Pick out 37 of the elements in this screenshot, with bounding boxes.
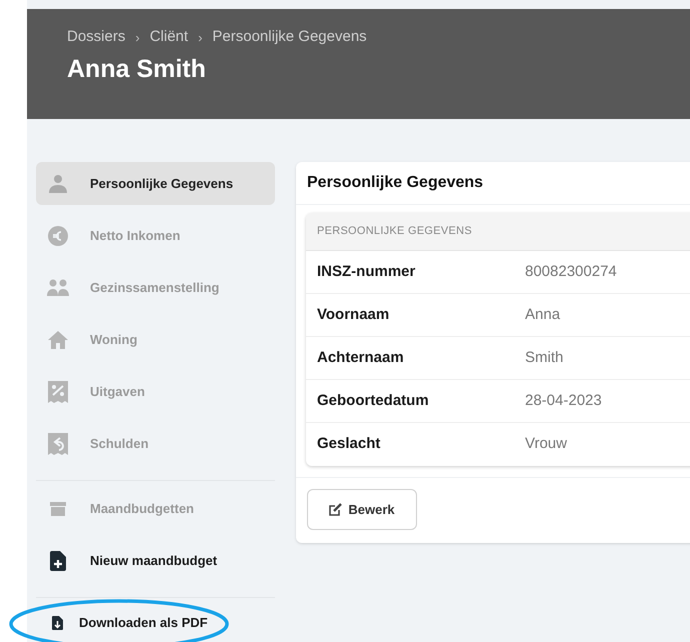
edit-button[interactable]: Bewerk — [307, 489, 417, 530]
person-icon — [48, 174, 68, 194]
breadcrumb-separator: › — [198, 28, 202, 46]
page-title: Anna Smith — [67, 54, 207, 84]
breadcrumb-separator: › — [135, 28, 140, 46]
sidebar-item[interactable]: Schulden — [36, 422, 275, 465]
sidebar-item[interactable]: Woning — [36, 318, 275, 361]
sidebar-item[interactable]: Nieuw maandbudget — [36, 539, 275, 582]
receipt-icon — [48, 380, 68, 402]
field-value: 80082300274 — [525, 262, 617, 282]
field-value: Smith — [525, 348, 564, 368]
sidebar-item[interactable]: Uitgaven — [36, 370, 275, 413]
file-download-icon — [52, 616, 62, 630]
field-value: 28-04-2023 — [525, 390, 602, 411]
edit-icon — [329, 503, 342, 516]
sidebar-item[interactable]: Gezinssamenstelling — [36, 266, 275, 309]
field-label: Geslacht — [317, 434, 382, 454]
archive-icon — [50, 502, 66, 516]
field-value: Anna — [525, 304, 560, 325]
sidebar-item[interactable]: Netto Inkomen — [36, 214, 275, 257]
sidebar-item[interactable]: Maandbudgetten — [36, 487, 275, 530]
breadcrumb-link[interactable]: Cliënt — [150, 26, 188, 48]
house-icon — [48, 330, 68, 350]
receipt-icon — [48, 432, 68, 454]
field-value: Vrouw — [525, 434, 567, 454]
field-label: Achternaam — [317, 348, 405, 368]
sidebar-item[interactable]: Downloaden als PDF — [36, 604, 275, 642]
people-icon — [47, 278, 69, 296]
sidebar-item[interactable]: Persoonlijke Gegevens — [36, 162, 275, 205]
field-label: Geboortedatum — [317, 390, 430, 411]
file-plus-icon — [50, 550, 66, 570]
card-title: Persoonlijke Gegevens — [307, 173, 484, 193]
field-label: INSZ-nummer — [317, 262, 416, 282]
breadcrumb-link[interactable]: Dossiers — [67, 26, 126, 48]
breadcrumb-link[interactable]: Persoonlijke Gegevens — [212, 26, 367, 48]
field-label: Voornaam — [317, 304, 390, 325]
table-heading: PERSOONLIJKE GEGEVENS — [317, 224, 472, 240]
